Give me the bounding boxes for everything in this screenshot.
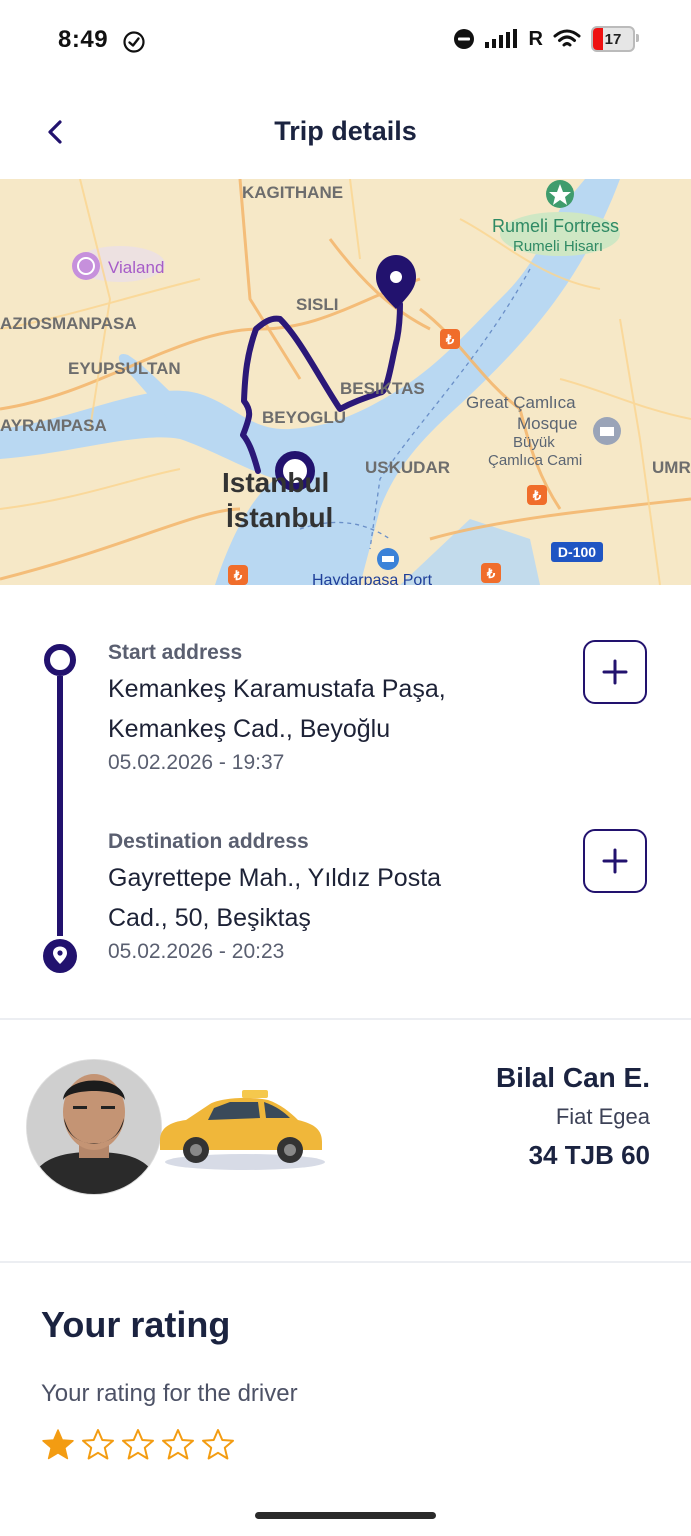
svg-text:USKUDAR: USKUDAR — [365, 458, 450, 477]
driver-name: Bilal Can E. — [495, 1062, 650, 1093]
svg-text:Mosque: Mosque — [517, 414, 577, 433]
svg-text:KAGITHANE: KAGITHANE — [242, 183, 343, 202]
destination-pin-icon — [43, 939, 77, 973]
rating-title: Your rating — [41, 1304, 231, 1345]
star-filled-icon[interactable] — [41, 1428, 75, 1462]
destination-time: 05.02.2026 - 20:23 — [108, 940, 285, 963]
battery-icon: 17 — [591, 26, 639, 52]
taxi-car-image — [160, 1090, 325, 1170]
divider — [0, 1018, 691, 1020]
start-address-line1: Kemankeş Karamustafa Paşa, — [108, 675, 446, 703]
start-address-line2: Kemankeş Cad., Beyoğlu — [108, 715, 391, 743]
destination-address-line1: Gayrettepe Mah., Yıldız Posta — [108, 864, 442, 892]
wifi-icon — [553, 29, 581, 47]
svg-text:BESIKTAS: BESIKTAS — [340, 379, 425, 398]
driver-car-model: Fiat Egea — [555, 1104, 650, 1129]
d100-label: D-100 — [558, 544, 596, 560]
svg-text:Istanbul: Istanbul — [222, 467, 329, 498]
driver-avatar — [27, 1060, 161, 1194]
rating-stars — [41, 1428, 235, 1462]
svg-text:Vialand: Vialand — [108, 258, 164, 277]
svg-text:AYRAMPASA: AYRAMPASA — [0, 416, 107, 435]
driver-info: Bilal Can E. Fiat Egea 34 TJB 60 — [496, 1062, 650, 1171]
star-empty-icon[interactable] — [81, 1428, 115, 1462]
svg-text:Rumeli Hisarı: Rumeli Hisarı — [513, 238, 603, 255]
svg-text:Great Çamlıca: Great Çamlıca — [466, 393, 576, 412]
signal-icon — [484, 29, 517, 48]
timeline-line — [57, 676, 63, 936]
svg-text:Çamlıca Cami: Çamlıca Cami — [488, 452, 582, 469]
driver-plate: 34 TJB 60 — [528, 1140, 650, 1170]
start-address-label: Start address — [108, 641, 243, 664]
svg-text:BEYOGLU: BEYOGLU — [262, 408, 346, 427]
svg-text:Büyük: Büyük — [513, 434, 555, 451]
star-empty-icon[interactable] — [201, 1428, 235, 1462]
svg-text:SISLI: SISLI — [296, 295, 339, 314]
add-destination-button[interactable] — [583, 829, 647, 893]
svg-text:₺: ₺ — [233, 568, 243, 583]
do-not-disturb-icon — [453, 29, 474, 49]
svg-text:₺: ₺ — [445, 332, 455, 347]
svg-text:Rumeli Fortress: Rumeli Fortress — [492, 216, 619, 236]
divider — [0, 1261, 691, 1263]
header: Trip details — [0, 96, 691, 168]
plus-icon — [602, 848, 628, 874]
status-icons: R 17 — [453, 26, 639, 52]
destination-address-label: Destination address — [108, 830, 309, 853]
svg-text:₺: ₺ — [532, 488, 542, 503]
svg-text:İstanbul: İstanbul — [226, 502, 333, 533]
focus-check-icon — [123, 31, 145, 53]
svg-text:AZIOSMANPASA: AZIOSMANPASA — [0, 314, 137, 333]
svg-text:₺: ₺ — [486, 566, 496, 581]
home-indicator[interactable] — [255, 1512, 436, 1519]
star-empty-icon[interactable] — [161, 1428, 195, 1462]
start-address: Start address Kemankeş Karamustafa Paşa,… — [108, 641, 446, 775]
destination-address: Destination address Gayrettepe Mah., Yıl… — [108, 830, 441, 964]
destination-address-line2: Cad., 50, Beşiktaş — [108, 904, 311, 932]
plus-icon — [602, 659, 628, 685]
add-start-button[interactable] — [583, 640, 647, 704]
start-marker-icon — [44, 644, 76, 676]
page-title: Trip details — [274, 116, 417, 146]
start-time: 05.02.2026 - 19:37 — [108, 751, 285, 774]
star-empty-icon[interactable] — [121, 1428, 155, 1462]
status-time: 8:49 — [58, 26, 109, 53]
rating-subtitle: Your rating for the driver — [41, 1380, 298, 1407]
svg-text:EYUPSULTAN: EYUPSULTAN — [68, 359, 181, 378]
status-bar: 8:49 R 17 — [0, 0, 691, 86]
svg-text:UMR: UMR — [652, 458, 691, 477]
trip-map[interactable]: ₺ ₺ ₺ ₺ D-100 KAGITHANE SISLI AZIOSMANPA… — [0, 179, 691, 585]
carrier-label: R — [528, 27, 543, 50]
svg-text:Haydarpasa Port: Haydarpasa Port — [312, 572, 433, 585]
